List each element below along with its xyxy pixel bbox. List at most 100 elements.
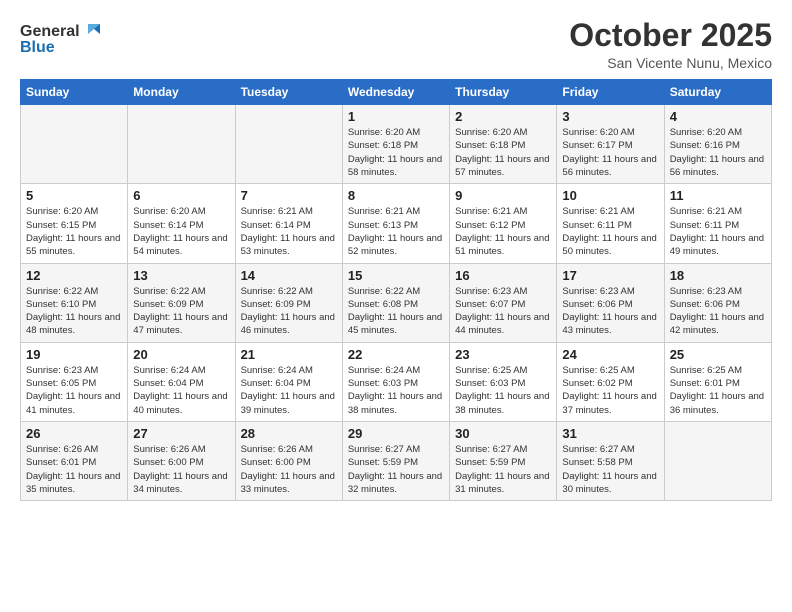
day-number: 23 [455,347,551,362]
calendar-cell [128,105,235,184]
day-info: Sunrise: 6:21 AMSunset: 6:14 PMDaylight:… [241,205,337,258]
calendar-cell: 17Sunrise: 6:23 AMSunset: 6:06 PMDayligh… [557,263,664,342]
calendar-cell: 14 Sunrise: 6:22 AMSunset: 6:09 PMDayligh… [235,263,342,342]
calendar-cell: 15 Sunrise: 6:22 AMSunset: 6:08 PMDayligh… [342,263,449,342]
calendar-cell [235,105,342,184]
day-info: Sunrise: 6:27 AMSunset: 5:59 PMDaylight:… [348,443,444,496]
location-title: San Vicente Nunu, Mexico [569,55,772,71]
day-number: 31 [562,426,658,441]
weekday-header: Friday [557,80,664,105]
day-info: Sunrise: 6:24 AMSunset: 6:03 PMDaylight:… [348,364,444,417]
calendar-cell: 31 Sunrise: 6:27 AMSunset: 5:58 PMDayligh… [557,421,664,500]
day-number: 27 [133,426,229,441]
day-number: 10 [562,188,658,203]
day-number: 16 [455,268,551,283]
day-info: Sunrise: 6:25 AMSunset: 6:03 PMDaylight:… [455,364,551,417]
day-info: Sunrise: 6:20 AMSunset: 6:18 PMDaylight:… [455,126,551,179]
calendar-cell: 24 Sunrise: 6:25 AMSunset: 6:02 PMDayligh… [557,342,664,421]
calendar-body: 1Sunrise: 6:20 AMSunset: 6:18 PMDaylight… [21,105,772,501]
day-info: Sunrise: 6:25 AMSunset: 6:01 PMDaylight:… [670,364,766,417]
calendar-week-row: 5Sunrise: 6:20 AMSunset: 6:15 PMDaylight… [21,184,772,263]
day-info: Sunrise: 6:24 AMSunset: 6:04 PMDaylight:… [241,364,337,417]
calendar-cell: 9Sunrise: 6:21 AMSunset: 6:12 PMDaylight… [450,184,557,263]
calendar-cell: 28Sunrise: 6:26 AMSunset: 6:00 PMDayligh… [235,421,342,500]
day-info: Sunrise: 6:23 AMSunset: 6:06 PMDaylight:… [562,285,658,338]
day-info: Sunrise: 6:20 AMSunset: 6:14 PMDaylight:… [133,205,229,258]
calendar-page: General Blue October 2025 San Vicente Nu… [0,0,792,612]
day-number: 14 [241,268,337,283]
header: General Blue October 2025 San Vicente Nu… [20,18,772,71]
day-number: 21 [241,347,337,362]
day-number: 19 [26,347,122,362]
day-info: Sunrise: 6:20 AMSunset: 6:16 PMDaylight:… [670,126,766,179]
svg-text:Blue: Blue [20,39,55,56]
day-number: 3 [562,109,658,124]
day-number: 7 [241,188,337,203]
calendar-cell: 23 Sunrise: 6:25 AMSunset: 6:03 PMDayligh… [450,342,557,421]
day-info: Sunrise: 6:23 AMSunset: 6:07 PMDaylight:… [455,285,551,338]
svg-text:General: General [20,23,80,40]
day-info: Sunrise: 6:22 AMSunset: 6:09 PMDaylight:… [241,285,337,338]
calendar-cell: 5Sunrise: 6:20 AMSunset: 6:15 PMDaylight… [21,184,128,263]
calendar-cell: 22 Sunrise: 6:24 AMSunset: 6:03 PMDayligh… [342,342,449,421]
day-info: Sunrise: 6:23 AMSunset: 6:06 PMDaylight:… [670,285,766,338]
day-number: 15 [348,268,444,283]
day-info: Sunrise: 6:24 AMSunset: 6:04 PMDaylight:… [133,364,229,417]
calendar-cell: 10 Sunrise: 6:21 AMSunset: 6:11 PMDayligh… [557,184,664,263]
month-title: October 2025 [569,18,772,53]
calendar-cell: 11Sunrise: 6:21 AMSunset: 6:11 PMDayligh… [664,184,771,263]
calendar-week-row: 26 Sunrise: 6:26 AMSunset: 6:01 PMDayligh… [21,421,772,500]
day-info: Sunrise: 6:21 AMSunset: 6:13 PMDaylight:… [348,205,444,258]
calendar-cell: 29Sunrise: 6:27 AMSunset: 5:59 PMDayligh… [342,421,449,500]
calendar-cell: 6Sunrise: 6:20 AMSunset: 6:14 PMDaylight… [128,184,235,263]
logo: General Blue [20,18,110,56]
day-info: Sunrise: 6:22 AMSunset: 6:10 PMDaylight:… [26,285,122,338]
day-info: Sunrise: 6:21 AMSunset: 6:11 PMDaylight:… [562,205,658,258]
calendar-cell: 8 Sunrise: 6:21 AMSunset: 6:13 PMDaylight… [342,184,449,263]
day-number: 24 [562,347,658,362]
calendar-cell: 13 Sunrise: 6:22 AMSunset: 6:09 PMDayligh… [128,263,235,342]
day-info: Sunrise: 6:26 AMSunset: 6:01 PMDaylight:… [26,443,122,496]
calendar-cell: 4 Sunrise: 6:20 AMSunset: 6:16 PMDaylight… [664,105,771,184]
calendar-cell: 27 Sunrise: 6:26 AMSunset: 6:00 PMDayligh… [128,421,235,500]
day-number: 25 [670,347,766,362]
calendar-cell [664,421,771,500]
calendar-cell: 12 Sunrise: 6:22 AMSunset: 6:10 PMDayligh… [21,263,128,342]
day-info: Sunrise: 6:21 AMSunset: 6:11 PMDaylight:… [670,205,766,258]
day-info: Sunrise: 6:20 AMSunset: 6:17 PMDaylight:… [562,126,658,179]
day-number: 4 [670,109,766,124]
calendar-cell: 20 Sunrise: 6:24 AMSunset: 6:04 PMDayligh… [128,342,235,421]
calendar-cell: 26 Sunrise: 6:26 AMSunset: 6:01 PMDayligh… [21,421,128,500]
calendar-header: SundayMondayTuesdayWednesdayThursdayFrid… [21,80,772,105]
day-number: 12 [26,268,122,283]
weekday-header: Monday [128,80,235,105]
weekday-header: Sunday [21,80,128,105]
calendar-cell: 7 Sunrise: 6:21 AMSunset: 6:14 PMDaylight… [235,184,342,263]
day-number: 13 [133,268,229,283]
day-number: 26 [26,426,122,441]
day-info: Sunrise: 6:27 AMSunset: 5:58 PMDaylight:… [562,443,658,496]
calendar-cell: 2Sunrise: 6:20 AMSunset: 6:18 PMDaylight… [450,105,557,184]
calendar-cell [21,105,128,184]
day-number: 22 [348,347,444,362]
weekday-header: Tuesday [235,80,342,105]
calendar-week-row: 1Sunrise: 6:20 AMSunset: 6:18 PMDaylight… [21,105,772,184]
title-block: October 2025 San Vicente Nunu, Mexico [569,18,772,71]
day-info: Sunrise: 6:27 AMSunset: 5:59 PMDaylight:… [455,443,551,496]
day-number: 18 [670,268,766,283]
day-info: Sunrise: 6:22 AMSunset: 6:08 PMDaylight:… [348,285,444,338]
day-info: Sunrise: 6:26 AMSunset: 6:00 PMDaylight:… [133,443,229,496]
calendar-table: SundayMondayTuesdayWednesdayThursdayFrid… [20,79,772,501]
day-number: 20 [133,347,229,362]
day-number: 8 [348,188,444,203]
weekday-header: Thursday [450,80,557,105]
calendar-cell: 25 Sunrise: 6:25 AMSunset: 6:01 PMDayligh… [664,342,771,421]
weekday-header: Wednesday [342,80,449,105]
day-info: Sunrise: 6:25 AMSunset: 6:02 PMDaylight:… [562,364,658,417]
day-number: 30 [455,426,551,441]
logo-svg: General Blue [20,18,110,56]
day-info: Sunrise: 6:26 AMSunset: 6:00 PMDaylight:… [241,443,337,496]
day-info: Sunrise: 6:22 AMSunset: 6:09 PMDaylight:… [133,285,229,338]
day-number: 9 [455,188,551,203]
calendar-cell: 30 Sunrise: 6:27 AMSunset: 5:59 PMDayligh… [450,421,557,500]
